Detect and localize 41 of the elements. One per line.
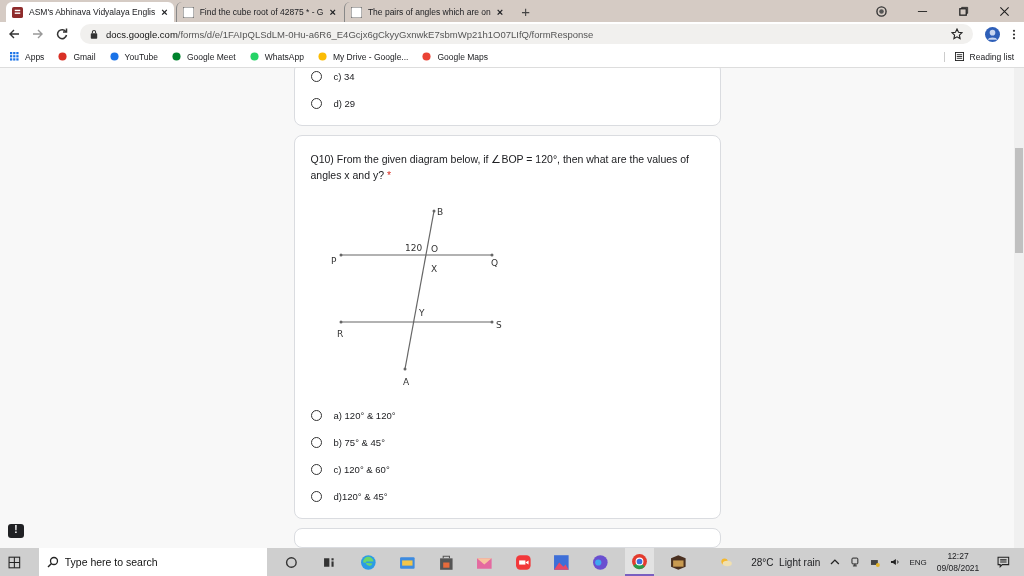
tab-title: ASM's Abhinava Vidyalaya Englis (29, 7, 156, 17)
point-label: B (436, 207, 443, 217)
bookmark-link[interactable]: Google Meet (172, 51, 236, 62)
answer-option[interactable]: d) 29 (310, 90, 704, 117)
address-bar[interactable]: docs.google.com/forms/d/e/1FAIpQLSdLM-0Hu-a6R6_E4Gcjx6gCkyyGxnwkE7sbmWp21h1O07LIfQ/formResponse (80, 24, 973, 44)
bookmark-link[interactable]: Gmail (58, 51, 96, 62)
clock-time[interactable]: 12:27 (947, 550, 969, 562)
browser-tab[interactable]: ASM's Abhinava Vidyalaya Englis × (6, 2, 174, 22)
point-label: O (430, 244, 438, 254)
tab-close-button[interactable]: × (329, 6, 336, 18)
weather-text[interactable]: 28°C Light rain (751, 556, 821, 568)
language-indicator[interactable]: ENG (909, 557, 927, 567)
point-label: Q (490, 258, 498, 268)
tab-close-button[interactable]: × (161, 6, 168, 18)
new-tab-button[interactable]: + (511, 2, 540, 20)
tab-title: The pairs of angles which are on (367, 7, 491, 17)
point-label: P (330, 256, 336, 266)
bookmark-link[interactable]: YouTube (109, 51, 158, 62)
answer-option[interactable]: d)120° & 45° (310, 483, 704, 510)
bookmark-link[interactable]: My Drive - Google... (317, 51, 409, 62)
tab-title: Find the cube root of 42875 * - G (199, 7, 324, 17)
bookmark-link[interactable]: Google Maps (422, 51, 488, 62)
point-label: A (402, 377, 409, 387)
reading-list-button[interactable]: Reading list (943, 51, 1014, 62)
angle-label: X (430, 264, 437, 274)
answer-option[interactable]: c) 34 (310, 68, 704, 90)
clock-date[interactable]: 09/08/2021 (936, 562, 980, 574)
url-text: docs.google.com/forms/d/e/1FAIpQLSdLM-0Hu-a6R6_E4Gcjx6gCkyyGxnwkE7sbmWp21h1O07LIfQ/formResponse (106, 28, 594, 40)
question-text: Q10) From the given diagram below, if ∠BOP = 120°, then what are the values of angles x and y? * (310, 152, 690, 183)
tab-close-button[interactable]: × (496, 6, 504, 18)
angle-label: Y (418, 308, 424, 318)
taskbar-search-field[interactable]: Type here to search (38, 548, 267, 576)
bookmark-link[interactable]: Apps (10, 51, 45, 62)
angle-label: 120 (404, 243, 422, 253)
bookmark-link[interactable]: WhatsApp (249, 51, 304, 62)
point-label: R (336, 329, 343, 339)
answer-option[interactable]: b) 75° & 45° (310, 429, 704, 456)
answer-option[interactable]: a) 120° & 120° (310, 402, 704, 429)
answer-option[interactable]: c) 120° & 60° (310, 456, 704, 483)
point-label: S (495, 320, 502, 330)
feedback-button[interactable]: ! (8, 524, 24, 538)
